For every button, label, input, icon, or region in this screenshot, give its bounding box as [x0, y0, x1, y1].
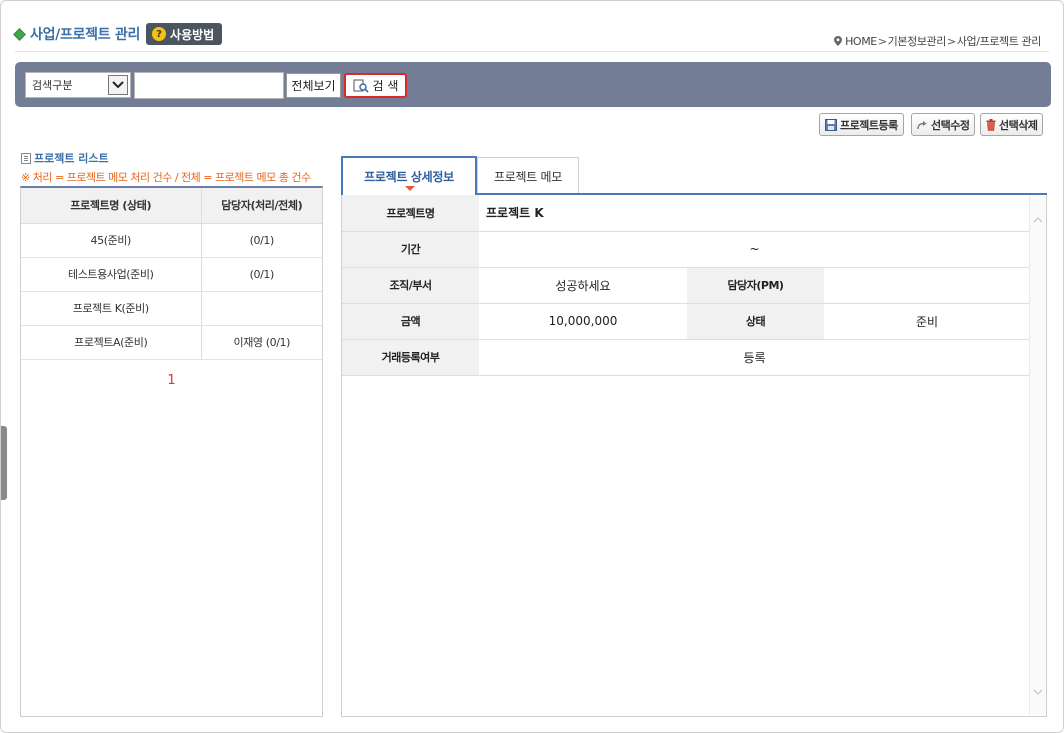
- tab-project-memo[interactable]: 프로젝트 메모: [477, 157, 579, 195]
- caret-down-icon: [405, 186, 415, 191]
- detail-row-org: 조직/부서 성공하세요 담당자(PM): [342, 267, 1030, 304]
- chevron-right-icon: >: [877, 34, 887, 48]
- chevron-up-icon[interactable]: [1033, 215, 1043, 225]
- breadcrumb-basic-info[interactable]: 기본정보관리: [888, 33, 947, 49]
- project-name-cell[interactable]: 45(준비): [21, 223, 202, 258]
- status-value: 준비: [824, 303, 1030, 340]
- project-name-value: 프로젝트 K: [479, 195, 1030, 232]
- manager-cell: 이재영 (0/1): [201, 325, 322, 360]
- detail-row-period: 기간 ~: [342, 231, 1030, 268]
- header-divider: [15, 51, 1049, 52]
- manager-pm-label: 담당자(PM): [687, 267, 824, 304]
- manager-cell: [201, 291, 322, 326]
- title-area: 사업/프로젝트 관리 ? 사용방법: [13, 23, 223, 45]
- project-list-title-text: 프로젝트 리스트: [34, 152, 109, 165]
- tab-project-detail-label: 프로젝트 상세정보: [364, 170, 454, 184]
- delete-selected-button[interactable]: 선택삭제: [980, 113, 1044, 136]
- project-list-panel: 프로젝트명 (상태) 담당자(처리/전체) 45(준비) (0/1) 테스트용사…: [20, 186, 323, 717]
- magnifier-icon: [353, 79, 369, 93]
- app-window: 사업/프로젝트 관리 ? 사용방법 HOME > 기본정보관리 > 사업/프로젝…: [0, 0, 1064, 733]
- side-panel-handle[interactable]: [1, 426, 7, 500]
- project-name-cell[interactable]: 프로젝트 K(준비): [21, 291, 202, 326]
- page-number-1[interactable]: 1: [21, 373, 322, 388]
- status-label: 상태: [687, 303, 824, 340]
- trade-registered-value: 등록: [479, 339, 1030, 376]
- org-value: 성공하세요: [479, 267, 687, 304]
- chevron-right-icon: >: [947, 34, 956, 48]
- tab-project-memo-label: 프로젝트 메모: [494, 170, 562, 184]
- tab-project-detail[interactable]: 프로젝트 상세정보: [341, 156, 477, 195]
- table-row[interactable]: 프로젝트A(준비) 이재영 (0/1): [21, 325, 322, 360]
- register-project-label: 프로젝트등록: [840, 118, 898, 132]
- trash-icon: [986, 118, 996, 131]
- detail-row-amount: 금액 10,000,000 상태 준비: [342, 303, 1030, 340]
- breadcrumb: HOME > 기본정보관리 > 사업/프로젝트 관리: [834, 33, 1041, 49]
- edit-selected-label: 선택수정: [931, 118, 970, 132]
- breadcrumb-home[interactable]: HOME: [845, 35, 877, 48]
- detail-scrollbar[interactable]: [1029, 195, 1046, 715]
- manager-cell: (0/1): [201, 223, 322, 258]
- column-header-manager[interactable]: 담당자(처리/전체): [201, 188, 322, 224]
- list-icon: [21, 152, 31, 164]
- help-icon: ?: [152, 27, 167, 41]
- view-all-button[interactable]: 전체보기: [286, 73, 341, 98]
- diamond-icon: [13, 27, 26, 41]
- project-name-cell[interactable]: 프로젝트A(준비): [21, 325, 202, 360]
- amount-label: 금액: [342, 303, 479, 340]
- redo-arrow-icon: [917, 120, 927, 129]
- detail-row-name: 프로젝트명 프로젝트 K: [342, 195, 1030, 232]
- table-row[interactable]: 프로젝트 K(준비): [21, 291, 322, 326]
- period-label: 기간: [342, 231, 479, 268]
- usage-guide-label: 사용방법: [170, 27, 215, 42]
- project-list-table: 프로젝트명 (상태) 담당자(처리/전체) 45(준비) (0/1) 테스트용사…: [21, 188, 322, 360]
- project-list-title: 프로젝트 리스트: [21, 150, 109, 166]
- register-project-button[interactable]: 프로젝트등록: [819, 113, 904, 136]
- search-type-select[interactable]: 검색구분: [25, 72, 131, 98]
- table-header-row: 프로젝트명 (상태) 담당자(처리/전체): [21, 188, 322, 224]
- chevron-down-icon[interactable]: [108, 75, 128, 95]
- project-list-note: ※ 처리 = 프로젝트 메모 처리 건수 / 전체 = 프로젝트 메모 총 건수: [21, 171, 311, 184]
- trade-registered-label: 거래등록여부: [342, 339, 479, 376]
- save-icon: [825, 118, 837, 131]
- project-name-cell[interactable]: 테스트용사업(준비): [21, 257, 202, 292]
- delete-selected-label: 선택삭제: [999, 118, 1038, 132]
- column-header-project[interactable]: 프로젝트명 (상태): [21, 188, 202, 224]
- detail-row-trade: 거래등록여부 등록: [342, 339, 1030, 376]
- search-bar: 검색구분 전체보기 검 색: [15, 62, 1051, 107]
- location-pin-icon: [834, 36, 843, 46]
- edit-selected-button[interactable]: 선택수정: [911, 113, 976, 136]
- manager-pm-value: [824, 267, 1030, 304]
- period-value: ~: [479, 231, 1030, 268]
- project-detail-table: 프로젝트명 프로젝트 K 기간 ~ 조직/부서 성공하세요 담당자(PM) 금액…: [342, 195, 1030, 376]
- search-button-label: 검 색: [372, 79, 399, 93]
- chevron-down-icon[interactable]: [1033, 687, 1043, 697]
- search-button[interactable]: 검 색: [344, 73, 407, 98]
- table-row[interactable]: 테스트용사업(준비) (0/1): [21, 257, 322, 292]
- breadcrumb-current: 사업/프로젝트 관리: [956, 35, 1042, 48]
- usage-guide-button[interactable]: ? 사용방법: [146, 23, 223, 45]
- project-name-label: 프로젝트명: [342, 195, 479, 232]
- page-title: 사업/프로젝트 관리: [30, 27, 141, 43]
- org-label: 조직/부서: [342, 267, 479, 304]
- search-input[interactable]: [134, 72, 284, 99]
- search-type-value: 검색구분: [32, 79, 73, 92]
- amount-value: 10,000,000: [479, 303, 687, 340]
- table-row[interactable]: 45(준비) (0/1): [21, 223, 322, 258]
- project-detail-panel: 프로젝트명 프로젝트 K 기간 ~ 조직/부서 성공하세요 담당자(PM) 금액…: [341, 195, 1047, 717]
- manager-cell: (0/1): [201, 257, 322, 292]
